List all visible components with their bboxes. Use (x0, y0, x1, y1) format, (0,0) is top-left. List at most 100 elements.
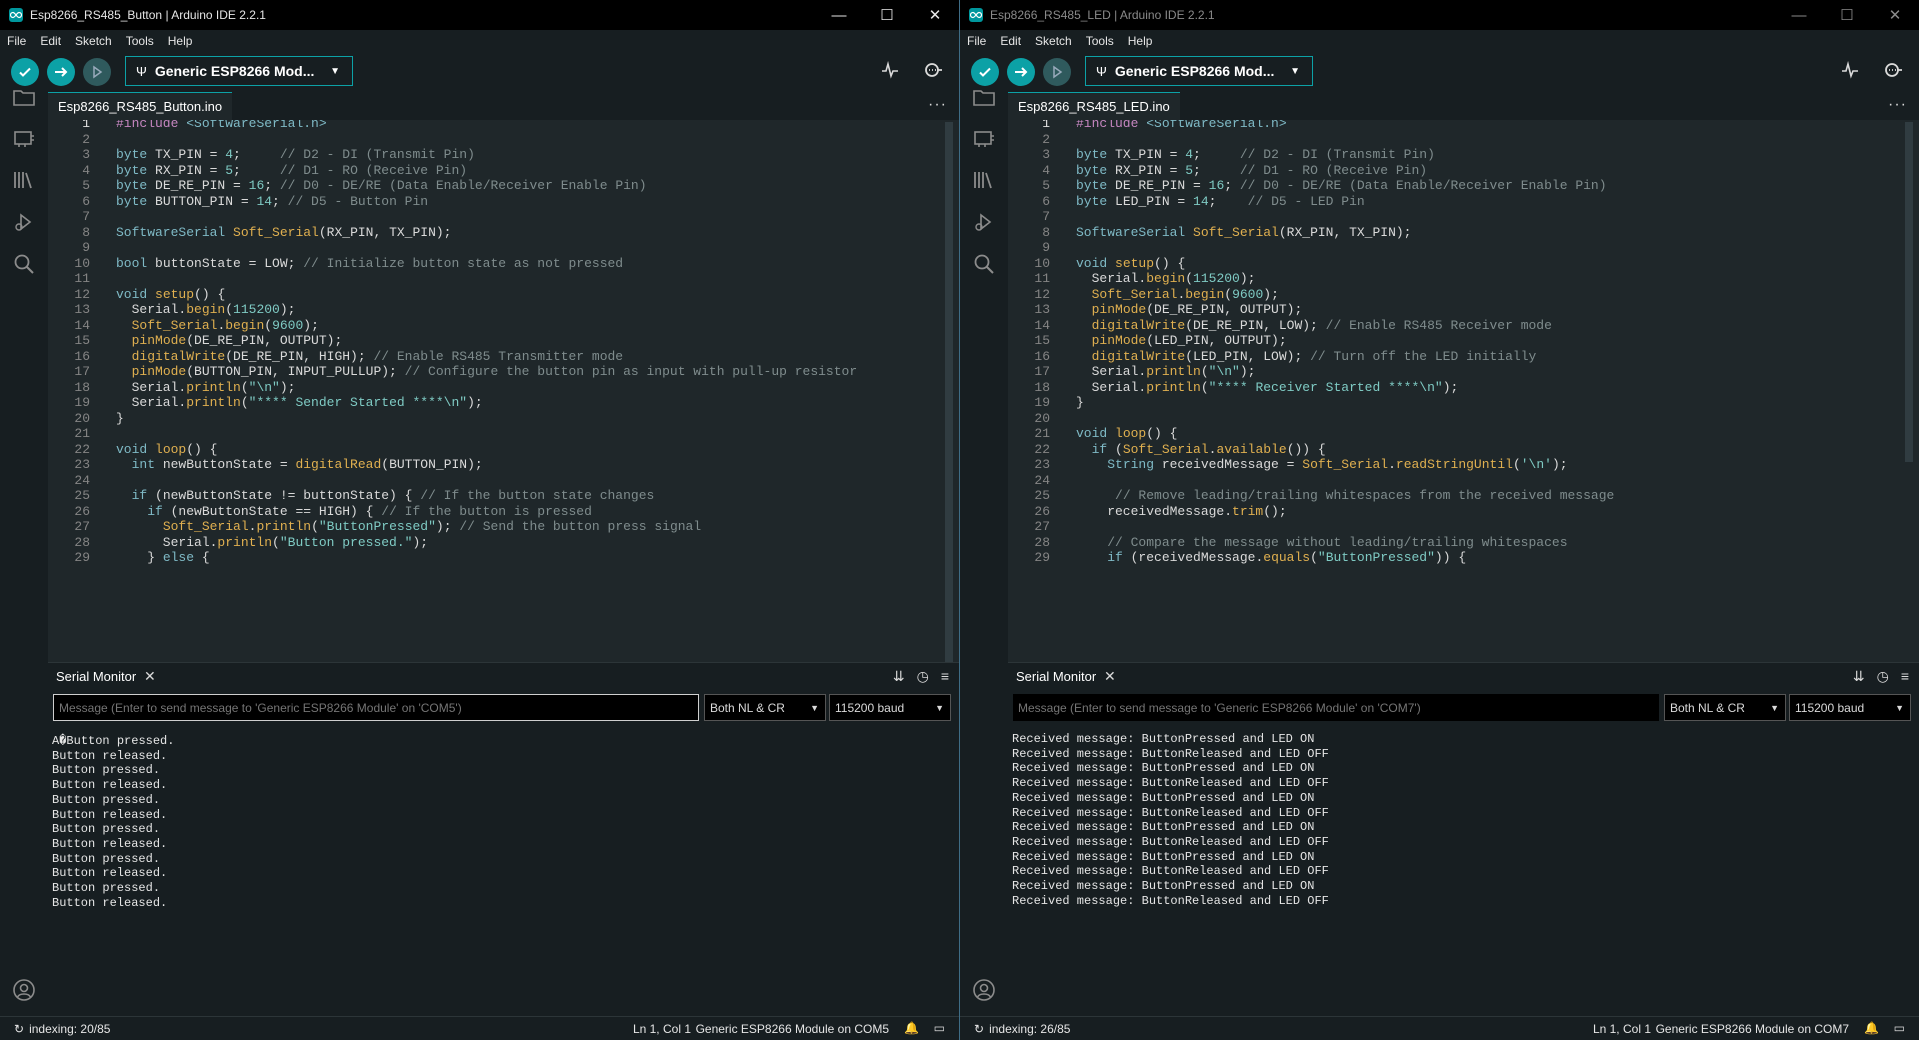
timestamp-clock-icon[interactable]: ◷ (1877, 668, 1889, 685)
file-tab[interactable]: Esp8266_RS485_LED.ino (1008, 92, 1180, 120)
baud-rate-select[interactable]: 115200 baud ▼ (1789, 694, 1911, 721)
menu-sketch[interactable]: Sketch (1035, 34, 1072, 48)
toggle-panel-icon[interactable]: ▭ (1894, 1021, 1905, 1035)
line-number: 17 (74, 364, 90, 379)
menu-tools[interactable]: Tools (1086, 34, 1114, 48)
menu-help[interactable]: Help (1128, 34, 1153, 48)
plotter-icon (882, 60, 898, 79)
debug-button[interactable] (1043, 58, 1071, 86)
serial-input-row: Both NL & CR ▼ 115200 baud ▼ (48, 692, 959, 726)
menu-sketch[interactable]: Sketch (75, 34, 112, 48)
clear-output-icon[interactable]: ≡ (1901, 668, 1909, 685)
menu-file[interactable]: File (7, 34, 26, 48)
toggle-panel-icon[interactable]: ▭ (934, 1021, 945, 1035)
menu-help[interactable]: Help (168, 34, 193, 48)
code-text: Serial.println("\n"); (116, 379, 296, 395)
line-ending-select[interactable]: Both NL & CR ▼ (1664, 694, 1786, 721)
account-icon[interactable] (12, 978, 36, 1007)
code-line: 4 byte RX_PIN = 5; // D1 - RO (Receive Pi… (48, 163, 959, 179)
board-selector[interactable]: Ψ Generic ESP8266 Mod... ▼ (1085, 56, 1313, 86)
library-manager-icon[interactable] (972, 168, 996, 192)
board-port-status: Generic ESP8266 Module on COM5 (695, 1022, 889, 1036)
code-editor[interactable]: 1 #include <SoftwareSerial.h> 2 3 byte TX_PI… (1008, 120, 1919, 662)
boards-manager-icon[interactable] (12, 126, 36, 150)
toggle-autoscroll-icon[interactable]: ⇊ (893, 668, 905, 685)
notification-bell-icon[interactable]: 🔔 (1864, 1021, 1879, 1035)
plotter-icon (1842, 60, 1858, 79)
caret-down-icon: ▼ (810, 702, 819, 713)
code-line: 2 (48, 132, 959, 148)
upload-button[interactable] (47, 58, 75, 86)
sketchbook-folder-icon[interactable] (12, 85, 36, 109)
close-icon[interactable]: ✕ (1104, 668, 1116, 685)
more-actions-icon[interactable]: ··· (1888, 96, 1907, 114)
code-line: 15 pinMode(LED_PIN, OUTPUT); (1008, 333, 1919, 349)
close-window-button[interactable]: ✕ (911, 0, 959, 30)
debug-button[interactable] (83, 58, 111, 86)
maximize-button[interactable]: ☐ (863, 0, 911, 30)
file-tab[interactable]: Esp8266_RS485_Button.ino (48, 92, 233, 120)
code-text: String receivedMessage = Soft_Serial.rea… (1107, 457, 1568, 472)
line-number: 14 (1034, 317, 1050, 333)
code-line: 8 SoftwareSerial Soft_Serial(RX_PIN, TX_P… (1008, 225, 1919, 241)
timestamp-clock-icon[interactable]: ◷ (917, 668, 929, 685)
code-text: Soft_Serial.begin(9600); (131, 317, 319, 333)
code-text: pinMode(DE_RE_PIN, OUTPUT); (131, 333, 343, 348)
sync-icon: ↻ (14, 1022, 25, 1036)
menu-bar: File Edit Sketch Tools Help (0, 30, 959, 52)
serial-monitor-button[interactable] (923, 61, 943, 84)
line-number: 13 (1034, 302, 1050, 317)
more-actions-icon[interactable]: ··· (928, 96, 947, 114)
board-selector[interactable]: Ψ Generic ESP8266 Mod... ▼ (125, 56, 353, 86)
boards-manager-icon[interactable] (972, 126, 996, 150)
code-line: 29 } else { (48, 550, 959, 566)
close-window-button[interactable]: ✕ (1871, 0, 1919, 30)
line-number: 27 (1034, 519, 1050, 534)
code-editor[interactable]: 1 #include <SoftwareSerial.h> 2 3 byte TX_PI… (48, 120, 959, 662)
code-line: 13 Serial.begin(115200); (48, 302, 959, 318)
serial-monitor-title: Serial Monitor (1016, 669, 1097, 684)
menu-edit[interactable]: Edit (40, 34, 61, 48)
magnifier-icon (925, 63, 942, 77)
close-icon[interactable]: ✕ (144, 668, 156, 685)
search-icon[interactable] (972, 252, 996, 276)
library-manager-icon[interactable] (12, 168, 36, 192)
menu-tools[interactable]: Tools (126, 34, 154, 48)
baud-rate-select[interactable]: 115200 baud ▼ (829, 694, 951, 721)
serial-message-input[interactable] (53, 694, 699, 721)
code-line: 2 (1008, 132, 1919, 148)
menu-file[interactable]: File (967, 34, 986, 48)
account-icon[interactable] (972, 978, 996, 1007)
toggle-autoscroll-icon[interactable]: ⇊ (1853, 668, 1865, 685)
notification-bell-icon[interactable]: 🔔 (904, 1021, 919, 1035)
minimize-button[interactable]: — (1775, 0, 1823, 30)
code-line: 18 Serial.println("**** Receiver Started… (1008, 380, 1919, 396)
code-text: receivedMessage.trim(); (1076, 503, 1287, 519)
upload-button[interactable] (1007, 58, 1035, 86)
code-line: 13 pinMode(DE_RE_PIN, OUTPUT); (1008, 302, 1919, 318)
clear-output-icon[interactable]: ≡ (941, 668, 949, 685)
verify-button[interactable] (971, 58, 999, 86)
code-line: 16 digitalWrite(DE_RE_PIN, HIGH); // Ena… (48, 349, 959, 365)
line-number: 15 (1034, 333, 1050, 348)
serial-message-input[interactable] (1013, 694, 1659, 721)
menu-edit[interactable]: Edit (1000, 34, 1021, 48)
cursor-position: Ln 1, Col 1 (632, 1022, 691, 1036)
debug-panel-icon[interactable] (12, 210, 36, 234)
search-icon[interactable] (12, 252, 36, 276)
verify-button[interactable] (11, 58, 39, 86)
minimize-button[interactable]: — (815, 0, 863, 30)
maximize-button[interactable]: ☐ (1823, 0, 1871, 30)
line-ending-select[interactable]: Both NL & CR ▼ (704, 694, 826, 721)
code-line: 27 Soft_Serial.println("ButtonPressed");… (48, 519, 959, 535)
serial-plotter-button[interactable] (881, 60, 899, 84)
code-line: 22 void loop() { (48, 442, 959, 458)
debug-panel-icon[interactable] (972, 210, 996, 234)
serial-plotter-button[interactable] (1841, 60, 1859, 84)
line-number: 26 (74, 503, 90, 519)
serial-monitor-button[interactable] (1883, 61, 1903, 84)
code-line: 3 byte TX_PIN = 4; // D2 - DI (Transmit P… (1008, 147, 1919, 163)
serial-output-line: Button released. (52, 895, 168, 910)
line-number: 24 (74, 472, 90, 488)
sketchbook-folder-icon[interactable] (972, 85, 996, 109)
